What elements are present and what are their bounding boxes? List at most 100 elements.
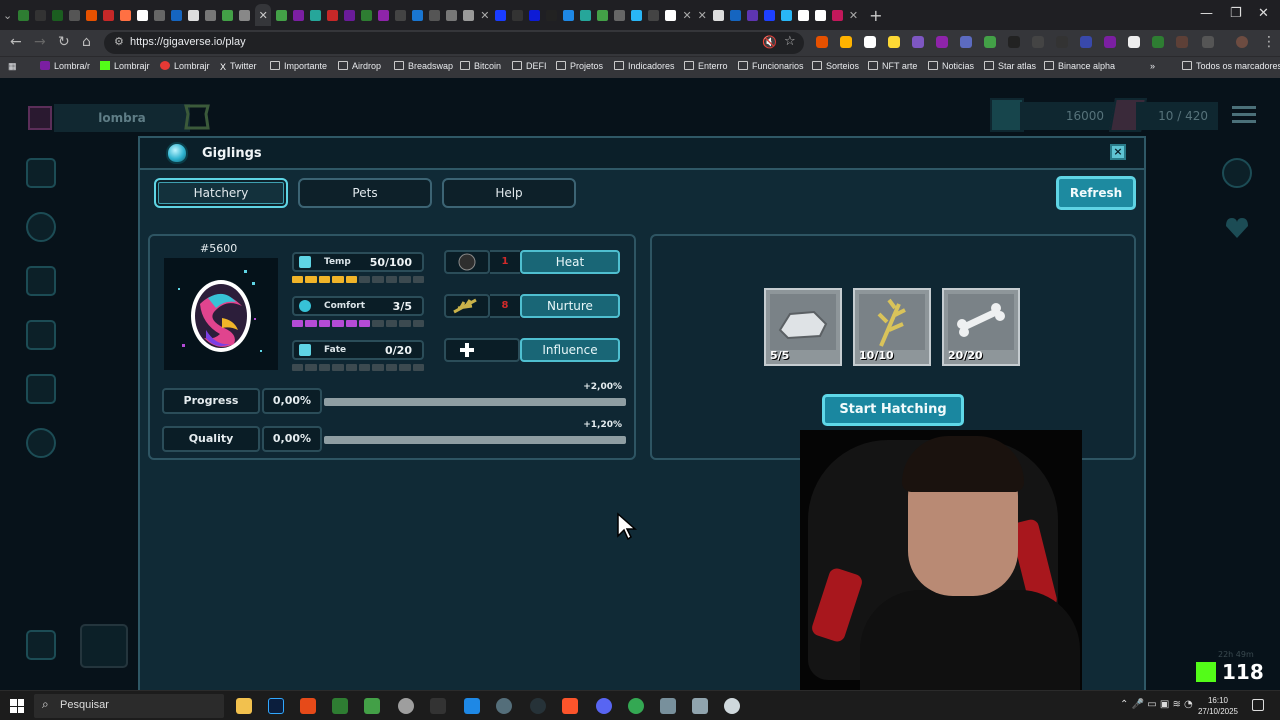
- influence-button[interactable]: Influence: [520, 338, 620, 362]
- tab-favicon[interactable]: [69, 9, 81, 21]
- app-icon[interactable]: [398, 698, 414, 714]
- epic-games-icon[interactable]: [430, 698, 446, 714]
- tab-favicon[interactable]: [395, 9, 407, 21]
- tab-favicon[interactable]: [463, 9, 475, 21]
- back-icon[interactable]: ←: [10, 34, 22, 50]
- extension-icon[interactable]: [1104, 36, 1116, 48]
- taskbar-search[interactable]: ⌕ Pesquisar: [34, 694, 224, 718]
- heat-button[interactable]: Heat: [520, 250, 620, 274]
- bookmark-folder[interactable]: Enterro: [684, 61, 728, 71]
- tab-favicon[interactable]: [310, 9, 322, 21]
- bookmark-item[interactable]: Lombrajr: [100, 61, 150, 71]
- tab-x-favicon[interactable]: ✕: [480, 9, 489, 22]
- tab-favicon[interactable]: [446, 9, 458, 21]
- browser-menu-icon[interactable]: ⋮: [1262, 34, 1276, 50]
- tab-favicon[interactable]: [137, 9, 149, 21]
- app-icon[interactable]: [332, 698, 348, 714]
- tab-favicon[interactable]: [344, 9, 356, 21]
- extension-icon[interactable]: [1032, 36, 1044, 48]
- notification-icon[interactable]: [1252, 699, 1264, 711]
- site-info-icon[interactable]: ⚙: [114, 35, 124, 48]
- tab-search-icon[interactable]: ⌄: [3, 9, 12, 22]
- tab-favicon[interactable]: [495, 9, 507, 21]
- bookmark-item[interactable]: X Twitter: [220, 61, 257, 72]
- bookmark-folder[interactable]: Noticias: [928, 61, 974, 71]
- portal-icon[interactable]: [26, 428, 56, 458]
- tab-favicon[interactable]: [205, 9, 217, 21]
- brave-icon[interactable]: [562, 698, 578, 714]
- muted-tab-icon[interactable]: 🔇: [762, 35, 777, 49]
- address-bar[interactable]: ⚙ https://gigaverse.io/play 🔇 ☆: [104, 32, 804, 54]
- inventory-icon[interactable]: [26, 158, 56, 188]
- extension-icon[interactable]: [1056, 36, 1068, 48]
- bookmark-folder[interactable]: NFT arte: [868, 61, 917, 71]
- discord-icon[interactable]: [596, 698, 612, 714]
- extension-icon[interactable]: [1176, 36, 1188, 48]
- tab-favicon[interactable]: [222, 9, 234, 21]
- close-window-icon[interactable]: ✕: [1258, 6, 1269, 21]
- photoshop-icon[interactable]: [268, 698, 284, 714]
- app-icon[interactable]: [496, 698, 512, 714]
- minimize-icon[interactable]: —: [1200, 6, 1213, 21]
- app-icon[interactable]: [464, 698, 480, 714]
- bookmark-folder[interactable]: Breadswap: [394, 61, 453, 71]
- tab-x-favicon[interactable]: ✕: [698, 9, 707, 22]
- extension-icon[interactable]: [816, 36, 828, 48]
- bookmark-folder[interactable]: Airdrop: [338, 61, 381, 71]
- community-icon[interactable]: [1222, 158, 1252, 188]
- tab-favicon[interactable]: [120, 9, 132, 21]
- extension-icon[interactable]: [888, 36, 900, 48]
- tab-favicon[interactable]: [18, 9, 30, 21]
- bookmark-folder[interactable]: Indicadores: [614, 61, 675, 71]
- bookmark-folder[interactable]: Importante: [270, 61, 327, 71]
- tab-favicon[interactable]: [512, 9, 524, 21]
- map-icon[interactable]: [26, 266, 56, 296]
- extension-icon[interactable]: [984, 36, 996, 48]
- extension-icon[interactable]: [1008, 36, 1020, 48]
- file-explorer-icon[interactable]: [236, 698, 252, 714]
- tab-favicon[interactable]: [746, 9, 758, 21]
- extension-icon[interactable]: [1152, 36, 1164, 48]
- bookmark-folder[interactable]: DEFI: [512, 61, 547, 71]
- nurture-button[interactable]: Nurture: [520, 294, 620, 318]
- refresh-button[interactable]: Refresh: [1056, 176, 1136, 210]
- tab-favicon[interactable]: [171, 9, 183, 21]
- extension-icon[interactable]: [936, 36, 948, 48]
- lantern-icon[interactable]: [80, 624, 128, 668]
- tab-favicon[interactable]: [293, 9, 305, 21]
- chrome-icon[interactable]: [628, 698, 644, 714]
- tab-favicon[interactable]: [86, 9, 98, 21]
- tab-favicon[interactable]: [648, 9, 660, 21]
- tab-favicon[interactable]: [239, 9, 251, 21]
- tab-favicon[interactable]: [763, 9, 775, 21]
- app-icon[interactable]: [724, 698, 740, 714]
- tab-favicon[interactable]: [797, 9, 809, 21]
- tab-favicon[interactable]: [712, 9, 724, 21]
- tab-help[interactable]: Help: [442, 178, 576, 208]
- gem-icon[interactable]: [26, 212, 56, 242]
- bookmark-item[interactable]: Lombra/r: [40, 61, 90, 71]
- hamburger-menu-icon[interactable]: [1232, 106, 1256, 124]
- tab-pets[interactable]: Pets: [298, 178, 432, 208]
- extension-icon[interactable]: [1128, 36, 1140, 48]
- chest-icon[interactable]: [26, 630, 56, 660]
- bookmark-folder[interactable]: Funcionarios: [738, 61, 804, 71]
- user-avatar[interactable]: [28, 106, 52, 130]
- all-bookmarks[interactable]: Todos os marcadores: [1182, 61, 1280, 71]
- apps-grid-icon[interactable]: ▦: [8, 61, 17, 72]
- restore-icon[interactable]: ❐: [1230, 6, 1242, 21]
- heart-icon[interactable]: [1222, 212, 1252, 242]
- extensions-puzzle-icon[interactable]: [1202, 36, 1214, 48]
- tab-favicon[interactable]: [361, 9, 373, 21]
- extension-icon[interactable]: [912, 36, 924, 48]
- tab-favicon[interactable]: [276, 9, 288, 21]
- windows-start-icon[interactable]: [10, 699, 24, 713]
- app-icon[interactable]: [300, 698, 316, 714]
- home-icon[interactable]: ⌂: [82, 34, 91, 50]
- extension-icon[interactable]: [840, 36, 852, 48]
- tab-favicon[interactable]: [378, 9, 390, 21]
- extension-icon[interactable]: [864, 36, 876, 48]
- controller-icon[interactable]: [26, 374, 56, 404]
- tab-favicon[interactable]: [831, 9, 843, 21]
- fist-icon[interactable]: [26, 320, 56, 350]
